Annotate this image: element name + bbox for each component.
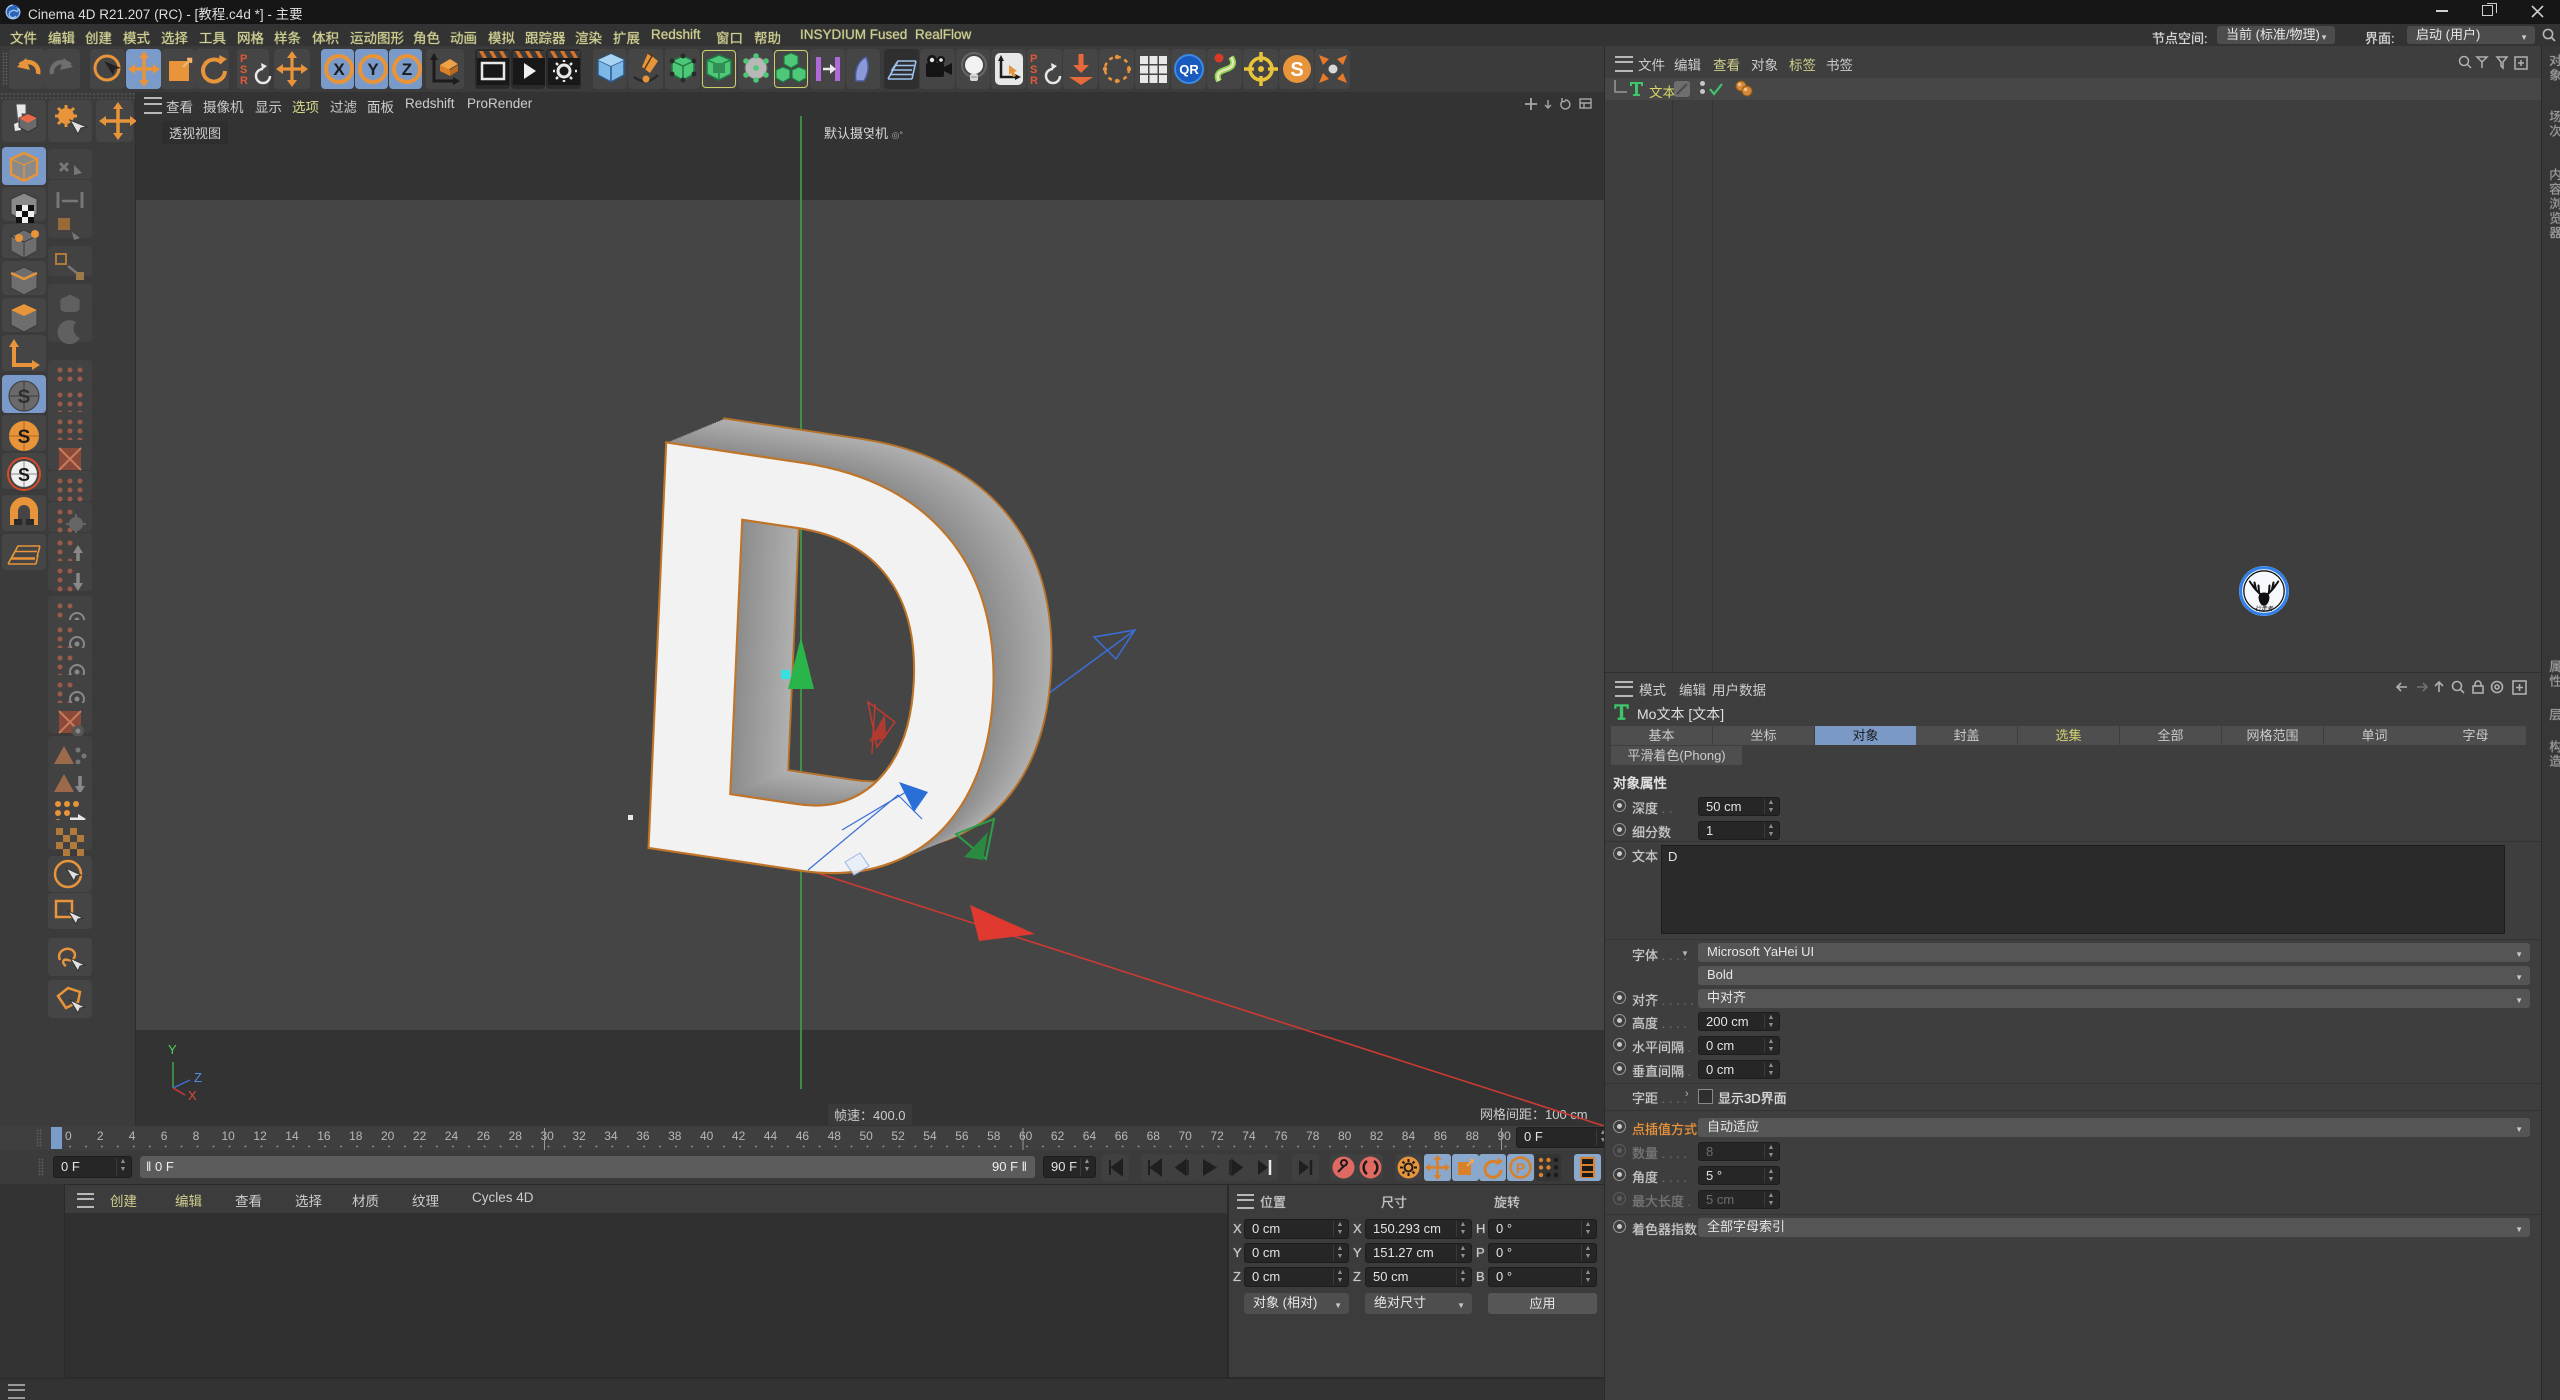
svg-text:22: 22 <box>413 1129 427 1143</box>
svg-text:50: 50 <box>860 1129 874 1143</box>
svg-text:60: 60 <box>1019 1129 1033 1143</box>
svg-text:42: 42 <box>732 1129 746 1143</box>
svg-text:74: 74 <box>1242 1129 1256 1143</box>
svg-text:44: 44 <box>764 1129 778 1143</box>
svg-text:2: 2 <box>97 1129 104 1143</box>
svg-text:58: 58 <box>987 1129 1001 1143</box>
svg-text:40: 40 <box>700 1129 714 1143</box>
svg-text:14: 14 <box>285 1129 299 1143</box>
svg-text:76: 76 <box>1274 1129 1288 1143</box>
svg-text:28: 28 <box>509 1129 523 1143</box>
svg-text:26: 26 <box>477 1129 491 1143</box>
svg-text:4: 4 <box>129 1129 136 1143</box>
svg-text:52: 52 <box>891 1129 905 1143</box>
svg-text:R: R <box>240 75 248 87</box>
svg-text:88: 88 <box>1466 1129 1480 1143</box>
svg-text:QR: QR <box>1179 62 1199 77</box>
svg-text:6: 6 <box>161 1129 168 1143</box>
svg-text:8: 8 <box>193 1129 200 1143</box>
svg-text:68: 68 <box>1147 1129 1161 1143</box>
svg-text:S: S <box>18 465 30 485</box>
svg-text:Z: Z <box>402 60 412 79</box>
svg-text:12: 12 <box>253 1129 267 1143</box>
svg-text:64: 64 <box>1083 1129 1097 1143</box>
svg-text:18: 18 <box>349 1129 363 1143</box>
svg-text:R: R <box>1030 75 1038 87</box>
svg-text:X: X <box>333 60 345 79</box>
svg-text:16: 16 <box>317 1129 331 1143</box>
svg-text:54: 54 <box>923 1129 937 1143</box>
svg-text:24: 24 <box>445 1129 459 1143</box>
svg-text:86: 86 <box>1434 1129 1448 1143</box>
svg-text:70: 70 <box>1179 1129 1193 1143</box>
svg-text:P: P <box>1516 1160 1525 1176</box>
svg-text:D: D <box>606 310 1030 1028</box>
svg-text:62: 62 <box>1051 1129 1065 1143</box>
svg-text:0: 0 <box>65 1129 72 1143</box>
svg-text:84: 84 <box>1402 1129 1416 1143</box>
svg-text:78: 78 <box>1306 1129 1320 1143</box>
svg-text:X: X <box>188 1088 197 1103</box>
svg-text:行走者: 行走者 <box>2255 605 2274 613</box>
svg-text:48: 48 <box>828 1129 842 1143</box>
svg-text:66: 66 <box>1115 1129 1129 1143</box>
svg-text:20: 20 <box>381 1129 395 1143</box>
svg-text:S: S <box>18 427 31 448</box>
svg-text:S: S <box>1290 59 1303 81</box>
svg-text:36: 36 <box>636 1129 650 1143</box>
svg-text:34: 34 <box>604 1129 618 1143</box>
svg-text:32: 32 <box>572 1129 586 1143</box>
svg-text:Z: Z <box>194 1070 202 1085</box>
svg-text:80: 80 <box>1338 1129 1352 1143</box>
svg-text:46: 46 <box>796 1129 810 1143</box>
svg-text:82: 82 <box>1370 1129 1384 1143</box>
svg-text:30: 30 <box>541 1129 555 1143</box>
svg-text:38: 38 <box>668 1129 682 1143</box>
svg-text:Y: Y <box>367 60 379 79</box>
svg-text:90: 90 <box>1498 1129 1512 1143</box>
svg-text:56: 56 <box>955 1129 969 1143</box>
svg-text:S: S <box>18 387 31 408</box>
svg-text:10: 10 <box>222 1129 236 1143</box>
svg-text:Y: Y <box>168 1042 177 1057</box>
svg-text:72: 72 <box>1210 1129 1224 1143</box>
